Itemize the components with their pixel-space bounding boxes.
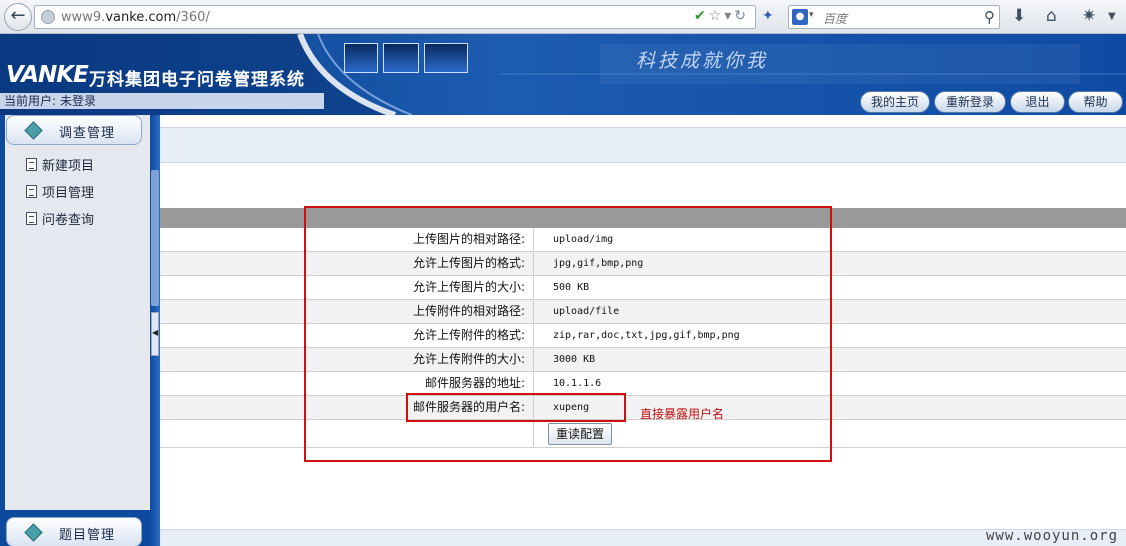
scrollbar-thumb[interactable]: [151, 170, 159, 306]
home-icon[interactable]: ⌂: [1046, 6, 1057, 26]
magnifier-icon[interactable]: ⚲: [984, 8, 995, 26]
question-management-label: 题目管理: [59, 528, 116, 543]
menu-dropdown-icon[interactable]: ▼: [1108, 11, 1116, 22]
highlight-box-config: [304, 206, 832, 462]
watermark: www.wooyun.org: [986, 528, 1119, 544]
survey-management-label: 调查管理: [59, 126, 116, 141]
logout-button[interactable]: 退出: [1010, 91, 1065, 113]
site-header: VANKE 万科集团电子问卷管理系统 科技成就你我 当前用户: 未登录 我的主页 …: [0, 34, 1126, 115]
address-bar-icons: ✔☆▾↻: [694, 8, 749, 24]
relogin-button[interactable]: 重新登录: [934, 91, 1006, 113]
current-user-label: 当前用户:: [4, 94, 57, 108]
document-icon: [26, 212, 37, 225]
annotation-note: 直接暴露用户名: [640, 407, 725, 421]
document-icon: [26, 185, 37, 198]
back-arrow-icon[interactable]: ←: [4, 3, 32, 31]
browser-toolbar: ← www9.vanke.com/360/ ✔☆▾↻ ✦ ● ▾ 百度 ⚲ ⬇ …: [0, 0, 1126, 34]
main-top-band: [160, 127, 1126, 163]
sidebar-item-new-project[interactable]: 新建项目: [26, 158, 94, 176]
home-page-button[interactable]: 我的主页: [860, 91, 930, 113]
help-button[interactable]: 帮助: [1068, 91, 1123, 113]
sidebar-item-project-management[interactable]: 项目管理: [26, 185, 94, 203]
slogan: 科技成就你我: [636, 50, 769, 72]
history-dropdown-icon[interactable]: ▾: [724, 8, 734, 24]
address-bar[interactable]: www9.vanke.com/360/ ✔☆▾↻: [34, 5, 756, 29]
download-icon[interactable]: ⬇: [1012, 6, 1026, 26]
header-photo-2: [383, 43, 419, 73]
globe-icon: [41, 10, 55, 24]
survey-management-header[interactable]: 调查管理: [6, 115, 142, 145]
header-photo-3: [424, 43, 468, 73]
cube-icon: [24, 523, 43, 542]
url-text: www9.vanke.com/360/: [61, 10, 210, 25]
security-check-icon: ✔: [693, 8, 709, 24]
document-icon: [26, 158, 37, 171]
engine-dropdown-icon[interactable]: ▾: [809, 10, 814, 20]
highlight-box-username: [406, 393, 626, 422]
bookmark-star-icon[interactable]: ☆: [709, 8, 725, 24]
current-user-bar: 当前用户: 未登录: [0, 93, 324, 109]
search-placeholder: 百度: [823, 12, 848, 26]
main-bottom-band: [160, 529, 1126, 546]
left-sidebar: 调查管理 新建项目 项目管理 问卷查询 题目管理: [0, 115, 152, 546]
vanke-logo: VANKE: [6, 62, 89, 88]
sidebar-item-questionnaire-query[interactable]: 问卷查询: [26, 212, 94, 230]
addon-icon[interactable]: ✷: [1082, 6, 1096, 26]
header-photo-1: [344, 43, 378, 73]
baidu-paw-icon[interactable]: ●: [792, 9, 808, 25]
collapse-sidebar-handle[interactable]: ◀: [151, 312, 159, 356]
reload-icon[interactable]: ↻: [734, 8, 749, 24]
current-user-value: 未登录: [60, 94, 97, 108]
question-management-header[interactable]: 题目管理: [6, 517, 142, 546]
system-title: 万科集团电子问卷管理系统: [89, 70, 305, 90]
bird-addon-icon[interactable]: ✦: [762, 8, 780, 24]
search-box[interactable]: ● ▾ 百度 ⚲: [788, 5, 1000, 29]
cube-icon: [24, 121, 43, 140]
